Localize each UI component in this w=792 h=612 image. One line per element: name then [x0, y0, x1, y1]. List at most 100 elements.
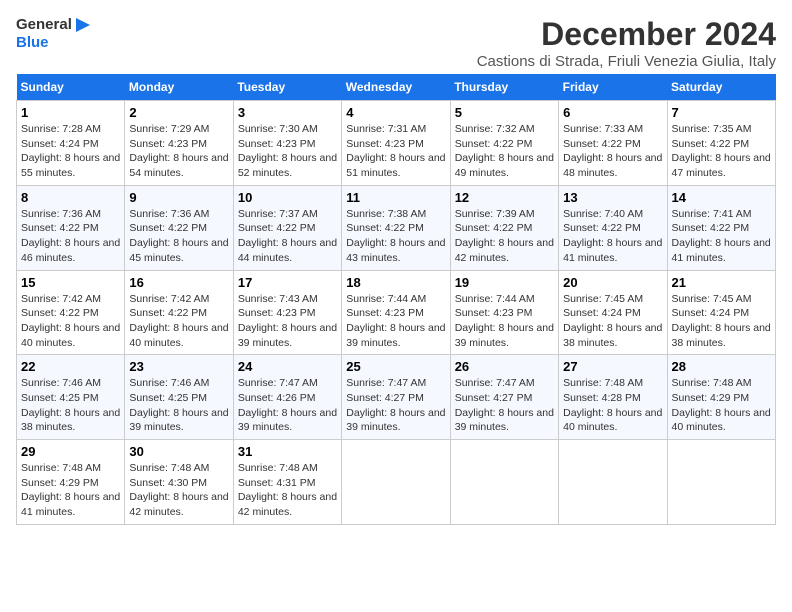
calendar-cell: 29 Sunrise: 7:48 AMSunset: 4:29 PMDaylig…: [17, 440, 125, 525]
day-number: 30: [129, 444, 228, 459]
calendar-cell: [559, 440, 667, 525]
calendar-week-4: 29 Sunrise: 7:48 AMSunset: 4:29 PMDaylig…: [17, 440, 776, 525]
day-number: 29: [21, 444, 120, 459]
calendar-cell: 12 Sunrise: 7:39 AMSunset: 4:22 PMDaylig…: [450, 185, 558, 270]
calendar-cell: 6 Sunrise: 7:33 AMSunset: 4:22 PMDayligh…: [559, 101, 667, 186]
day-number: 1: [21, 105, 120, 120]
day-info: Sunrise: 7:41 AMSunset: 4:22 PMDaylight:…: [672, 208, 771, 264]
logo-text: General Blue: [16, 16, 92, 52]
logo: General Blue: [16, 16, 92, 52]
col-tuesday: Tuesday: [233, 74, 341, 101]
calendar-cell: 15 Sunrise: 7:42 AMSunset: 4:22 PMDaylig…: [17, 270, 125, 355]
day-info: Sunrise: 7:48 AMSunset: 4:31 PMDaylight:…: [238, 462, 337, 518]
calendar-cell: 21 Sunrise: 7:45 AMSunset: 4:24 PMDaylig…: [667, 270, 775, 355]
day-number: 22: [21, 359, 120, 374]
calendar-cell: 27 Sunrise: 7:48 AMSunset: 4:28 PMDaylig…: [559, 355, 667, 440]
calendar-cell: 24 Sunrise: 7:47 AMSunset: 4:26 PMDaylig…: [233, 355, 341, 440]
logo-arrow-icon: [74, 16, 92, 34]
calendar-cell: 19 Sunrise: 7:44 AMSunset: 4:23 PMDaylig…: [450, 270, 558, 355]
col-saturday: Saturday: [667, 74, 775, 101]
calendar-cell: 23 Sunrise: 7:46 AMSunset: 4:25 PMDaylig…: [125, 355, 233, 440]
day-info: Sunrise: 7:28 AMSunset: 4:24 PMDaylight:…: [21, 123, 120, 179]
calendar-cell: 25 Sunrise: 7:47 AMSunset: 4:27 PMDaylig…: [342, 355, 450, 440]
calendar-cell: 17 Sunrise: 7:43 AMSunset: 4:23 PMDaylig…: [233, 270, 341, 355]
calendar-cell: 3 Sunrise: 7:30 AMSunset: 4:23 PMDayligh…: [233, 101, 341, 186]
day-number: 17: [238, 275, 337, 290]
day-number: 27: [563, 359, 662, 374]
col-wednesday: Wednesday: [342, 74, 450, 101]
calendar-cell: 9 Sunrise: 7:36 AMSunset: 4:22 PMDayligh…: [125, 185, 233, 270]
day-info: Sunrise: 7:36 AMSunset: 4:22 PMDaylight:…: [21, 208, 120, 264]
col-monday: Monday: [125, 74, 233, 101]
day-info: Sunrise: 7:29 AMSunset: 4:23 PMDaylight:…: [129, 123, 228, 179]
calendar-cell: 14 Sunrise: 7:41 AMSunset: 4:22 PMDaylig…: [667, 185, 775, 270]
day-number: 10: [238, 190, 337, 205]
col-friday: Friday: [559, 74, 667, 101]
day-info: Sunrise: 7:42 AMSunset: 4:22 PMDaylight:…: [129, 293, 228, 349]
day-number: 9: [129, 190, 228, 205]
day-number: 4: [346, 105, 445, 120]
calendar-cell: [342, 440, 450, 525]
title-area: December 2024 Castions di Strada, Friuli…: [477, 16, 776, 70]
day-number: 18: [346, 275, 445, 290]
col-thursday: Thursday: [450, 74, 558, 101]
day-info: Sunrise: 7:39 AMSunset: 4:22 PMDaylight:…: [455, 208, 554, 264]
day-number: 16: [129, 275, 228, 290]
day-info: Sunrise: 7:48 AMSunset: 4:29 PMDaylight:…: [672, 377, 771, 433]
day-number: 21: [672, 275, 771, 290]
calendar-cell: 4 Sunrise: 7:31 AMSunset: 4:23 PMDayligh…: [342, 101, 450, 186]
day-number: 11: [346, 190, 445, 205]
day-info: Sunrise: 7:31 AMSunset: 4:23 PMDaylight:…: [346, 123, 445, 179]
day-info: Sunrise: 7:35 AMSunset: 4:22 PMDaylight:…: [672, 123, 771, 179]
day-number: 12: [455, 190, 554, 205]
day-number: 24: [238, 359, 337, 374]
day-number: 28: [672, 359, 771, 374]
day-number: 7: [672, 105, 771, 120]
day-info: Sunrise: 7:43 AMSunset: 4:23 PMDaylight:…: [238, 293, 337, 349]
header-row: Sunday Monday Tuesday Wednesday Thursday…: [17, 74, 776, 101]
day-info: Sunrise: 7:47 AMSunset: 4:27 PMDaylight:…: [455, 377, 554, 433]
day-number: 26: [455, 359, 554, 374]
calendar-cell: 30 Sunrise: 7:48 AMSunset: 4:30 PMDaylig…: [125, 440, 233, 525]
calendar-cell: 10 Sunrise: 7:37 AMSunset: 4:22 PMDaylig…: [233, 185, 341, 270]
day-info: Sunrise: 7:30 AMSunset: 4:23 PMDaylight:…: [238, 123, 337, 179]
day-number: 20: [563, 275, 662, 290]
day-info: Sunrise: 7:48 AMSunset: 4:30 PMDaylight:…: [129, 462, 228, 518]
calendar-cell: 1 Sunrise: 7:28 AMSunset: 4:24 PMDayligh…: [17, 101, 125, 186]
day-info: Sunrise: 7:32 AMSunset: 4:22 PMDaylight:…: [455, 123, 554, 179]
day-number: 2: [129, 105, 228, 120]
day-info: Sunrise: 7:44 AMSunset: 4:23 PMDaylight:…: [346, 293, 445, 349]
header: General Blue December 2024 Castions di S…: [16, 16, 776, 70]
day-info: Sunrise: 7:47 AMSunset: 4:26 PMDaylight:…: [238, 377, 337, 433]
calendar-cell: 8 Sunrise: 7:36 AMSunset: 4:22 PMDayligh…: [17, 185, 125, 270]
day-info: Sunrise: 7:45 AMSunset: 4:24 PMDaylight:…: [672, 293, 771, 349]
calendar-cell: 11 Sunrise: 7:38 AMSunset: 4:22 PMDaylig…: [342, 185, 450, 270]
calendar-cell: 16 Sunrise: 7:42 AMSunset: 4:22 PMDaylig…: [125, 270, 233, 355]
day-number: 5: [455, 105, 554, 120]
calendar-cell: 5 Sunrise: 7:32 AMSunset: 4:22 PMDayligh…: [450, 101, 558, 186]
day-number: 31: [238, 444, 337, 459]
day-number: 19: [455, 275, 554, 290]
calendar-cell: 26 Sunrise: 7:47 AMSunset: 4:27 PMDaylig…: [450, 355, 558, 440]
calendar-table: Sunday Monday Tuesday Wednesday Thursday…: [16, 74, 776, 525]
calendar-cell: 2 Sunrise: 7:29 AMSunset: 4:23 PMDayligh…: [125, 101, 233, 186]
day-info: Sunrise: 7:44 AMSunset: 4:23 PMDaylight:…: [455, 293, 554, 349]
day-info: Sunrise: 7:36 AMSunset: 4:22 PMDaylight:…: [129, 208, 228, 264]
calendar-week-1: 8 Sunrise: 7:36 AMSunset: 4:22 PMDayligh…: [17, 185, 776, 270]
calendar-cell: 18 Sunrise: 7:44 AMSunset: 4:23 PMDaylig…: [342, 270, 450, 355]
day-info: Sunrise: 7:46 AMSunset: 4:25 PMDaylight:…: [21, 377, 120, 433]
day-info: Sunrise: 7:33 AMSunset: 4:22 PMDaylight:…: [563, 123, 662, 179]
day-info: Sunrise: 7:47 AMSunset: 4:27 PMDaylight:…: [346, 377, 445, 433]
calendar-week-3: 22 Sunrise: 7:46 AMSunset: 4:25 PMDaylig…: [17, 355, 776, 440]
calendar-cell: 28 Sunrise: 7:48 AMSunset: 4:29 PMDaylig…: [667, 355, 775, 440]
day-info: Sunrise: 7:42 AMSunset: 4:22 PMDaylight:…: [21, 293, 120, 349]
subtitle: Castions di Strada, Friuli Venezia Giuli…: [477, 53, 776, 70]
day-number: 13: [563, 190, 662, 205]
calendar-cell: 7 Sunrise: 7:35 AMSunset: 4:22 PMDayligh…: [667, 101, 775, 186]
day-info: Sunrise: 7:48 AMSunset: 4:29 PMDaylight:…: [21, 462, 120, 518]
day-number: 6: [563, 105, 662, 120]
day-number: 8: [21, 190, 120, 205]
day-info: Sunrise: 7:37 AMSunset: 4:22 PMDaylight:…: [238, 208, 337, 264]
day-info: Sunrise: 7:48 AMSunset: 4:28 PMDaylight:…: [563, 377, 662, 433]
day-info: Sunrise: 7:45 AMSunset: 4:24 PMDaylight:…: [563, 293, 662, 349]
